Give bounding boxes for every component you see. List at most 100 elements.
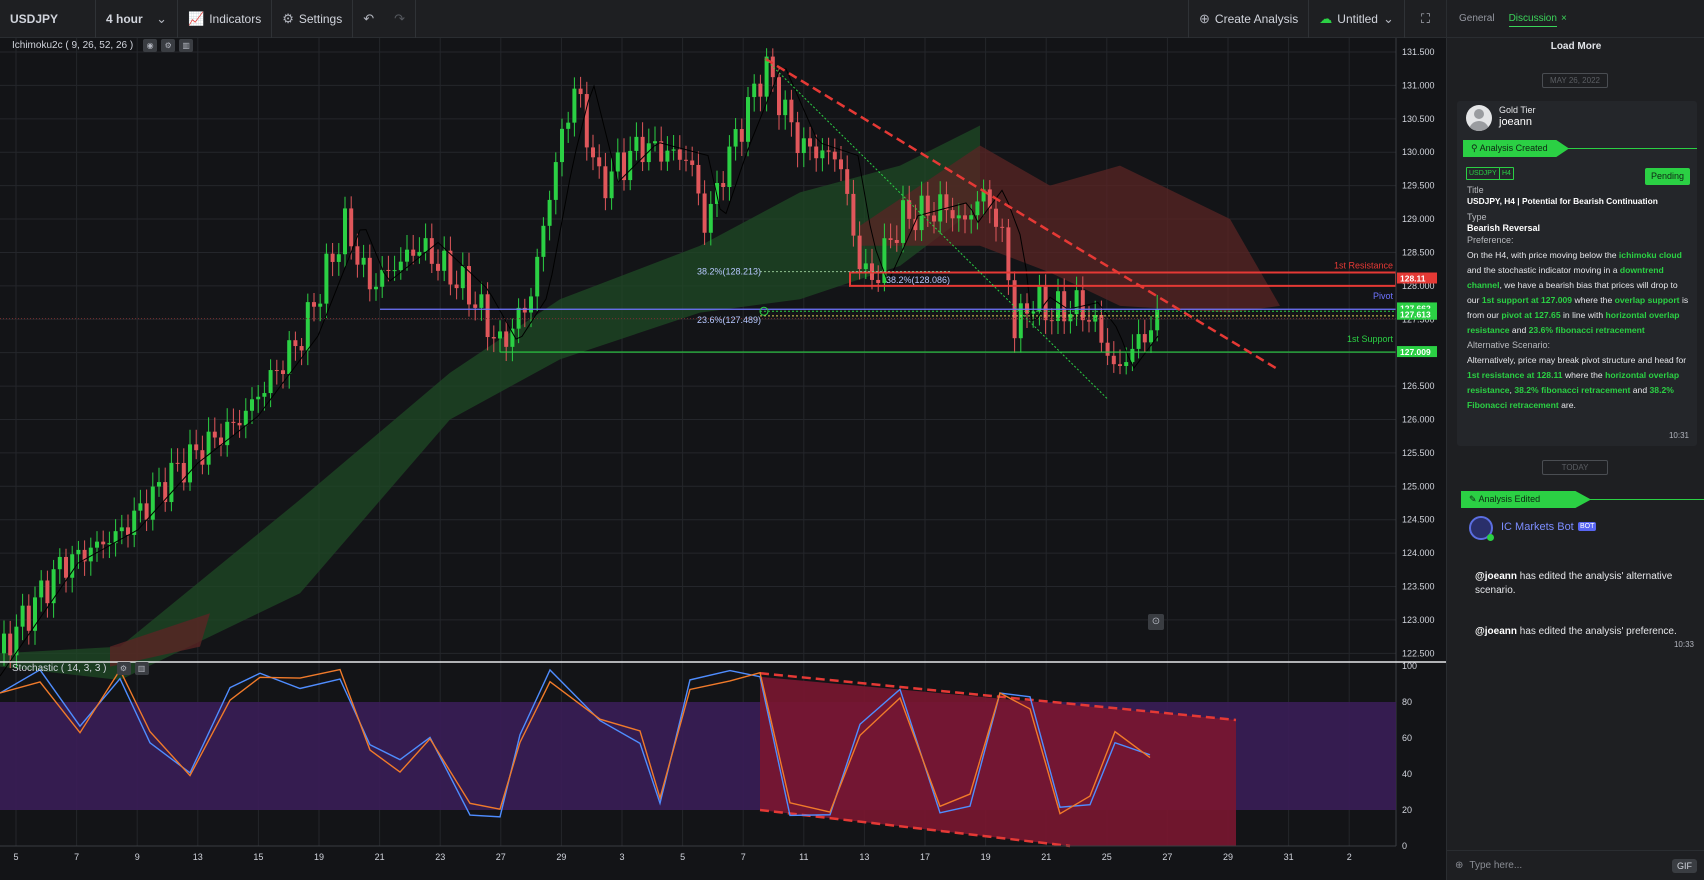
candle-body xyxy=(789,99,794,123)
settings-button[interactable]: ⚙ Settings xyxy=(272,0,354,38)
candle-body xyxy=(64,556,68,578)
candle-body xyxy=(522,307,527,313)
timeframe-tag: H4 xyxy=(1499,167,1514,180)
candle-body xyxy=(572,88,577,123)
candle-body xyxy=(411,249,416,256)
gear-icon[interactable]: ⚙ xyxy=(161,39,176,52)
interval-selector[interactable]: 4 hour ⌄ xyxy=(96,0,178,38)
redo-button[interactable]: ↷ xyxy=(384,0,417,38)
candle-body xyxy=(330,253,335,262)
indicators-button[interactable]: 📈 Indicators xyxy=(178,0,273,38)
candle-body xyxy=(826,150,831,152)
fullscreen-icon: ⛶ xyxy=(1420,10,1430,26)
analysis-created-ribbon: ⚲ Analysis Created xyxy=(1463,140,1569,157)
cloud-icon: ☁ xyxy=(1319,10,1333,26)
candle-body xyxy=(175,462,180,464)
stoch-tick: 20 xyxy=(1402,805,1412,815)
candle-body xyxy=(876,279,881,284)
date-tick: 2 xyxy=(1347,852,1352,862)
mention[interactable]: @joeann xyxy=(1475,626,1517,637)
candle-body xyxy=(88,547,93,562)
candle-body xyxy=(863,263,868,270)
ribbon-line xyxy=(1587,499,1704,500)
candle-body xyxy=(659,141,664,162)
layout-selector[interactable]: ☁ Untitled ⌄ xyxy=(1309,0,1405,38)
chart-toolbar: USDJPY 4 hour ⌄ 📈 Indicators ⚙ Settings … xyxy=(0,0,1446,38)
candle-body xyxy=(194,444,199,451)
gear-icon[interactable]: ⚙ xyxy=(116,662,131,675)
candle-body xyxy=(529,296,533,313)
indicators-label: Indicators xyxy=(209,11,262,26)
mention[interactable]: @joeann xyxy=(1475,571,1517,582)
price-tick: 131.000 xyxy=(1402,80,1435,90)
stoch-tick: 0 xyxy=(1402,841,1407,851)
symbol-selector[interactable]: USDJPY xyxy=(0,0,96,38)
undo-button[interactable]: ↶ xyxy=(353,0,384,38)
message-input[interactable]: Type here... xyxy=(1469,860,1666,871)
candle-body xyxy=(1149,330,1153,343)
card-timestamp: 10:31 xyxy=(1668,431,1689,440)
candle-body xyxy=(535,256,540,297)
candle-body xyxy=(212,431,217,438)
candle-body xyxy=(857,235,862,270)
candle-body xyxy=(169,462,174,503)
candle-body xyxy=(268,370,273,394)
candle-body xyxy=(1000,226,1005,228)
trash-icon[interactable]: ▥ xyxy=(134,662,149,675)
candle-body xyxy=(801,138,806,154)
gear-icon: ⚙ xyxy=(282,10,294,26)
date-tick: 7 xyxy=(741,852,746,862)
date-tick: 29 xyxy=(1223,852,1233,862)
tab-discussion-label: Discussion xyxy=(1508,13,1557,27)
ichimoku-legend: Ichimoku2c ( 9, 26, 52, 26 ) ◉ ⚙ ▥ xyxy=(12,39,194,52)
pivot-label: Pivot xyxy=(1373,291,1394,301)
candle-body xyxy=(405,249,409,262)
trash-icon[interactable]: ▥ xyxy=(179,39,194,52)
candle-body xyxy=(188,444,192,483)
chart-area[interactable]: 1st Resistance Pivot 1st Support 38.2%(128.… xyxy=(0,38,1446,880)
candle-body xyxy=(975,201,980,216)
fullscreen-button[interactable]: ⛶ xyxy=(1405,0,1446,38)
plus-icon[interactable]: ⊕ xyxy=(1455,860,1463,871)
price-tick: 123.000 xyxy=(1402,615,1435,625)
tab-general[interactable]: General xyxy=(1459,13,1495,24)
tab-discussion[interactable]: Discussion × xyxy=(1508,13,1567,27)
candle-body xyxy=(783,99,788,116)
lightbulb-icon[interactable]: ⊙ xyxy=(1148,614,1164,630)
ichimoku-label: Ichimoku2c ( 9, 26, 52, 26 ) xyxy=(12,40,134,51)
close-icon[interactable]: × xyxy=(1561,13,1567,24)
candle-body xyxy=(888,238,893,240)
status-badge: Pending xyxy=(1645,168,1691,185)
price-tick: 126.500 xyxy=(1402,381,1435,391)
app-window: USDJPY 4 hour ⌄ 📈 Indicators ⚙ Settings … xyxy=(0,0,1704,880)
candle-body xyxy=(386,269,391,271)
candle-body xyxy=(510,328,515,347)
pin-icon: ⚲ xyxy=(1471,143,1480,153)
candle-body xyxy=(355,246,360,265)
candle-body xyxy=(615,152,620,172)
candle-body xyxy=(733,129,738,147)
candle-body xyxy=(293,340,298,347)
candle-body xyxy=(157,482,161,487)
candle-body xyxy=(1049,320,1054,322)
candle-body xyxy=(473,304,478,308)
price-tick: 124.000 xyxy=(1402,548,1435,558)
candle-body xyxy=(808,138,812,147)
load-more-button[interactable]: Load More xyxy=(1447,41,1704,52)
price-chart[interactable]: 1st Resistance Pivot 1st Support 38.2%(128.… xyxy=(0,38,1446,880)
date-tick: 27 xyxy=(1162,852,1172,862)
candle-body xyxy=(770,56,775,78)
candle-body xyxy=(566,122,571,129)
eye-icon[interactable]: ◉ xyxy=(143,39,158,52)
date-tick: 15 xyxy=(253,852,263,862)
support-label: 1st Support xyxy=(1347,334,1394,344)
price-tick: 130.000 xyxy=(1402,147,1435,157)
create-analysis-label: Create Analysis xyxy=(1214,11,1299,26)
candle-body xyxy=(665,150,670,162)
candle-body xyxy=(45,580,50,604)
candle-body xyxy=(739,129,744,142)
gif-button[interactable]: GIF xyxy=(1672,858,1697,873)
price-axis-bg xyxy=(1396,38,1446,880)
create-analysis-button[interactable]: ⊕ Create Analysis xyxy=(1188,0,1310,38)
stochastic-label: Stochastic ( 14, 3, 3 ) xyxy=(12,663,107,674)
